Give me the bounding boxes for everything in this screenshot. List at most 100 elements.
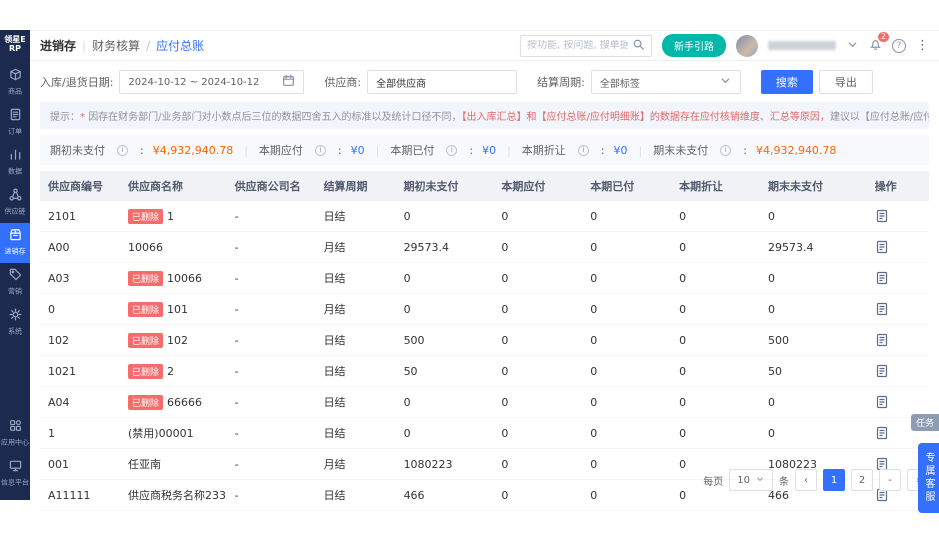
column-header: 本期应付 <box>501 180 546 193</box>
detail-action-icon[interactable] <box>867 201 929 231</box>
sidebar-item-goods[interactable]: 商品 <box>0 63 30 103</box>
export-button[interactable]: 导出 <box>818 70 873 94</box>
supplier-name-cell: 10066 <box>120 232 227 262</box>
table-row: A04 已删除 66666 - 日结 0 0 0 0 0 <box>40 387 929 418</box>
sidebar-item-app-center[interactable]: 应用中心 <box>0 414 30 454</box>
date-range-input[interactable]: 2024-10-12 ~ 2024-10-12 <box>119 70 305 94</box>
detail-action-icon[interactable] <box>867 263 929 293</box>
company-name-cell: - <box>234 209 239 223</box>
help-icon[interactable]: ? <box>892 38 906 53</box>
current-discount-cell: 0 <box>679 271 687 285</box>
page-ellipsis[interactable]: - <box>879 469 901 491</box>
current-paid-cell: 0 <box>590 271 598 285</box>
sidebar-item-orders[interactable]: 订单 <box>0 103 30 143</box>
current-payable-cell: 0 <box>501 209 509 223</box>
supplier-filter-label: 供应商: <box>324 76 362 89</box>
detail-action-icon[interactable] <box>867 325 929 355</box>
info-icon[interactable]: i <box>314 144 326 156</box>
chevron-down-icon[interactable] <box>846 38 859 54</box>
per-page-unit: 条 <box>779 476 789 488</box>
sidebar-item-info-platform[interactable]: 信息平台 <box>0 454 30 494</box>
newbie-guide-button[interactable]: 新手引路 <box>662 34 726 57</box>
table-row: 1 (禁用)00001 - 日结 0 0 0 0 0 <box>40 418 929 449</box>
screen: 领星ERP 商品 订单 数据 供应链 进销存 营销 系统 应用中心 信息平台 进… <box>0 0 939 539</box>
summary-bar: 期初未支付 i: ¥4,932,940.78 | 本期应付 i: ¥0 | 本期已付… <box>40 135 929 165</box>
prev-page-button[interactable]: ‹ <box>795 469 817 491</box>
supplier-code-cell: 0 <box>48 302 55 316</box>
summary-label: 期末未支付 <box>653 144 709 157</box>
summary-value: ¥4,932,940.78 <box>755 143 837 157</box>
notice-banner: 提示：* 因存在财务部门/业务部门对小数点后三位的数据四舍五入的标准以及统计口径… <box>40 102 929 129</box>
bar-chart-icon <box>9 148 22 164</box>
cycle-select[interactable]: 全部标签 <box>590 70 741 94</box>
deleted-badge: 已删除 <box>128 270 164 286</box>
detail-action-icon[interactable] <box>867 356 929 386</box>
notice-text-red: 【出入库汇总】和【应付总账/应付明细账】的数据存在应付核销维度、汇总等原因， <box>461 112 830 123</box>
sidebar-item-data[interactable]: 数据 <box>0 143 30 183</box>
sidebar-item-inventory[interactable]: 进销存 <box>0 223 30 264</box>
notifications[interactable]: 2 <box>869 31 889 54</box>
header-tools: 新手引路 2 ? ⋮ <box>520 31 929 57</box>
inventory-box-icon <box>9 228 22 244</box>
summary-label: 本期已付 <box>390 144 435 157</box>
page-button-2[interactable]: 2 <box>851 469 873 491</box>
company-name-cell: - <box>234 302 239 316</box>
task-floating-tag[interactable]: 任务 <box>910 414 939 431</box>
per-page-label: 每页 <box>703 476 724 488</box>
closing-unpaid-cell: 29573.4 <box>768 240 814 254</box>
avatar[interactable] <box>736 34 758 57</box>
sidebar-item-marketing[interactable]: 营销 <box>0 263 30 303</box>
sidebar-item-system[interactable]: 系统 <box>0 303 30 343</box>
current-payable-cell: 0 <box>501 426 509 440</box>
deleted-badge: 已删除 <box>128 332 164 348</box>
customer-service-button[interactable]: 专属客服 <box>918 443 939 513</box>
sidebar-item-supply-chain[interactable]: 供应链 <box>0 183 30 223</box>
top-header: 进销存 | 财务核算 / 应付总账 新手引路 2 <box>30 31 939 61</box>
global-search[interactable] <box>520 34 652 57</box>
supplier-code-cell: 1 <box>48 426 55 440</box>
settlement-cycle-cell: 月结 <box>323 241 346 254</box>
supplier-filter-group: 供应商: <box>324 70 518 94</box>
closing-unpaid-cell: 50 <box>768 364 783 378</box>
opening-unpaid-cell: 0 <box>403 426 411 440</box>
more-menu-icon[interactable]: ⋮ <box>916 39 929 52</box>
notice-prefix: 提示： <box>50 112 80 123</box>
current-payable-cell: 0 <box>501 333 509 347</box>
current-paid-cell: 0 <box>590 426 598 440</box>
page-button-1[interactable]: 1 <box>823 469 845 491</box>
current-discount-cell: 0 <box>679 333 687 347</box>
breadcrumb-section[interactable]: 财务核算 <box>92 37 140 54</box>
supplier-input[interactable] <box>367 70 518 94</box>
sidebar-item-label: 进销存 <box>4 247 26 256</box>
info-icon[interactable]: i <box>720 144 732 156</box>
per-page-select[interactable]: 10 <box>729 469 773 491</box>
search-button[interactable]: 搜索 <box>760 70 813 94</box>
current-paid-cell: 0 <box>590 364 598 378</box>
current-paid-cell: 0 <box>590 302 598 316</box>
info-icon[interactable]: i <box>577 144 589 156</box>
detail-action-icon[interactable] <box>867 387 929 417</box>
summary-value: ¥0 <box>482 143 497 157</box>
order-doc-icon <box>9 108 22 124</box>
info-icon[interactable]: i <box>446 144 458 156</box>
tag-icon <box>9 268 22 284</box>
chevron-down-icon <box>719 74 732 90</box>
search-icon[interactable] <box>632 38 645 54</box>
detail-action-icon[interactable] <box>867 294 929 324</box>
supplier-name: 66666 <box>167 395 203 409</box>
detail-action-icon[interactable] <box>867 232 929 262</box>
supplier-name: 2 <box>167 364 175 378</box>
breadcrumb-root[interactable]: 进销存 <box>40 37 76 54</box>
notification-badge: 2 <box>877 31 889 42</box>
summary-label: 期初未支付 <box>50 144 105 157</box>
table-row: A03 已删除 10066 - 日结 0 0 0 0 0 <box>40 263 929 294</box>
supplier-name-cell: 已删除 1 <box>120 201 227 231</box>
notice-text-2: 建议以【应付总账/应付明细账】数据为准，以【出入库汇总】数据作为辅助参考。 <box>829 112 929 123</box>
search-input[interactable] <box>527 40 628 51</box>
company-name-cell: - <box>234 426 239 440</box>
current-discount-cell: 0 <box>679 302 687 316</box>
per-page-value: 10 <box>737 474 750 486</box>
sidebar-item-label: 数据 <box>7 167 23 176</box>
breadcrumb-current[interactable]: 应付总账 <box>156 37 204 54</box>
info-icon[interactable]: i <box>117 144 128 156</box>
